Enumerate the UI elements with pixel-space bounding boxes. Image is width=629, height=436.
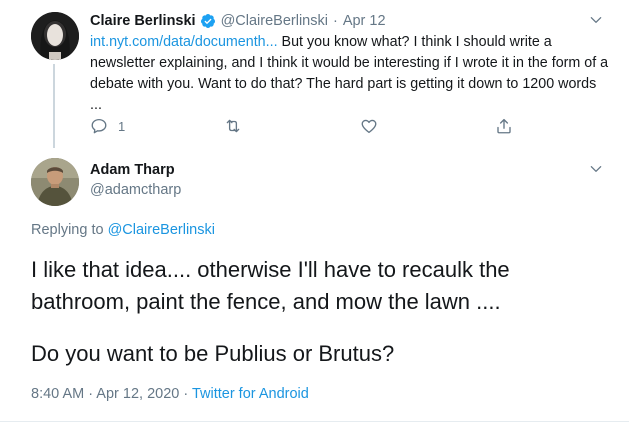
retweet-icon bbox=[226, 119, 240, 133]
author-name[interactable]: Claire Berlinski bbox=[90, 13, 196, 29]
share-button[interactable] bbox=[495, 117, 513, 135]
reply-icon bbox=[91, 118, 107, 134]
parent-tweet-text: int.nyt.com/data/documenth... But you kn… bbox=[90, 32, 610, 116]
tweet-body-paragraph: I like that idea.... otherwise I'll have… bbox=[31, 257, 510, 314]
like-icon bbox=[361, 119, 377, 134]
author-name[interactable]: Adam Tharp bbox=[90, 162, 175, 178]
replying-prefix: Replying to bbox=[31, 222, 104, 238]
chevron-down-icon[interactable] bbox=[589, 13, 603, 27]
tweet-date[interactable]: Apr 12 bbox=[343, 13, 386, 29]
replying-to: Replying to @ClaireBerlinski bbox=[31, 222, 215, 238]
chevron-down-icon[interactable] bbox=[589, 162, 603, 176]
avatar[interactable] bbox=[31, 12, 79, 60]
like-button[interactable] bbox=[360, 117, 378, 135]
retweet-button[interactable] bbox=[224, 117, 242, 135]
tweet-meta: 8:40 AM · Apr 12, 2020 · Twitter for And… bbox=[31, 386, 309, 402]
share-icon bbox=[497, 118, 511, 134]
thread-connector-line bbox=[53, 64, 55, 148]
avatar-adam-image bbox=[31, 158, 79, 206]
tweet-thread: Claire Berlinski @ClaireBerlinski · Apr … bbox=[0, 0, 629, 436]
meta-separator: · bbox=[179, 386, 192, 402]
tweet-source[interactable]: Twitter for Android bbox=[192, 386, 309, 402]
replying-mention[interactable]: @ClaireBerlinski bbox=[108, 222, 215, 238]
main-tweet-text: I like that idea.... otherwise I'll have… bbox=[31, 254, 611, 370]
separator-dot: · bbox=[332, 13, 338, 29]
tweet-body-paragraph: Do you want to be Publius or Brutus? bbox=[31, 341, 395, 366]
divider bbox=[0, 421, 629, 422]
avatar[interactable] bbox=[31, 158, 79, 206]
reply-count: 1 bbox=[118, 118, 126, 134]
reply-button[interactable]: 1 bbox=[90, 117, 125, 135]
parent-tweet-header: Claire Berlinski @ClaireBerlinski · Apr … bbox=[90, 11, 386, 31]
verified-badge-icon bbox=[200, 14, 215, 28]
author-handle[interactable]: @adamctharp bbox=[90, 182, 181, 198]
tweet-actions: 1 bbox=[90, 117, 530, 139]
tweet-timestamp[interactable]: 8:40 AM · Apr 12, 2020 bbox=[31, 386, 179, 402]
tweet-link[interactable]: int.nyt.com/data/documenth... bbox=[90, 34, 278, 50]
avatar-claire-image bbox=[31, 12, 79, 60]
author-handle[interactable]: @ClaireBerlinski bbox=[221, 13, 328, 29]
parent-tweet[interactable]: Claire Berlinski @ClaireBerlinski · Apr … bbox=[0, 0, 629, 152]
